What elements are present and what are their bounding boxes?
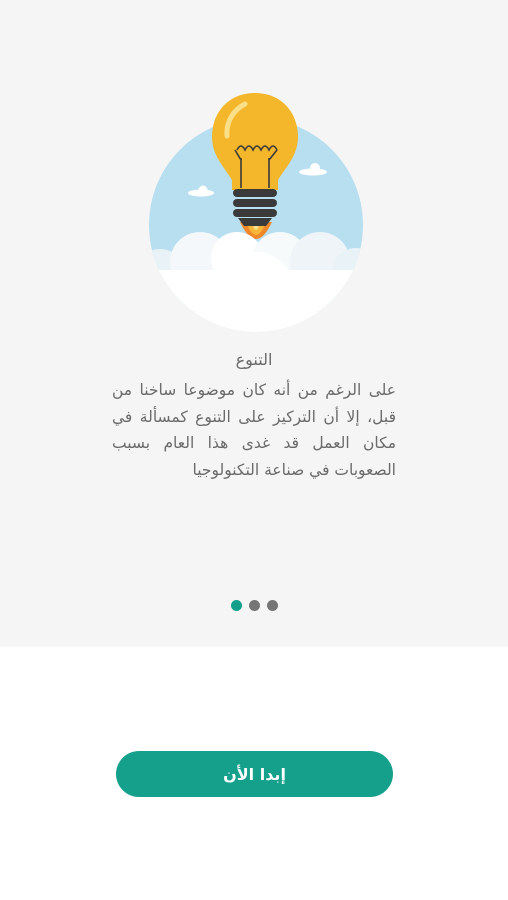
pagination-dot-3[interactable] (266, 600, 278, 611)
pagination-dot-1[interactable] (230, 600, 242, 611)
start-now-button[interactable]: إبدا الأن (116, 751, 393, 797)
pagination-dot-2[interactable] (248, 600, 260, 611)
slide-title: التنوع (235, 350, 273, 369)
onboarding-panel: التنوع على الرغم من أنه كان موضوعا ساخنا… (0, 0, 508, 647)
pagination-dots (0, 600, 508, 614)
lightbulb-rocket-icon (149, 93, 363, 332)
slide-description: على الرغم من أنه كان موضوعا ساخنا من قبل… (112, 381, 396, 479)
